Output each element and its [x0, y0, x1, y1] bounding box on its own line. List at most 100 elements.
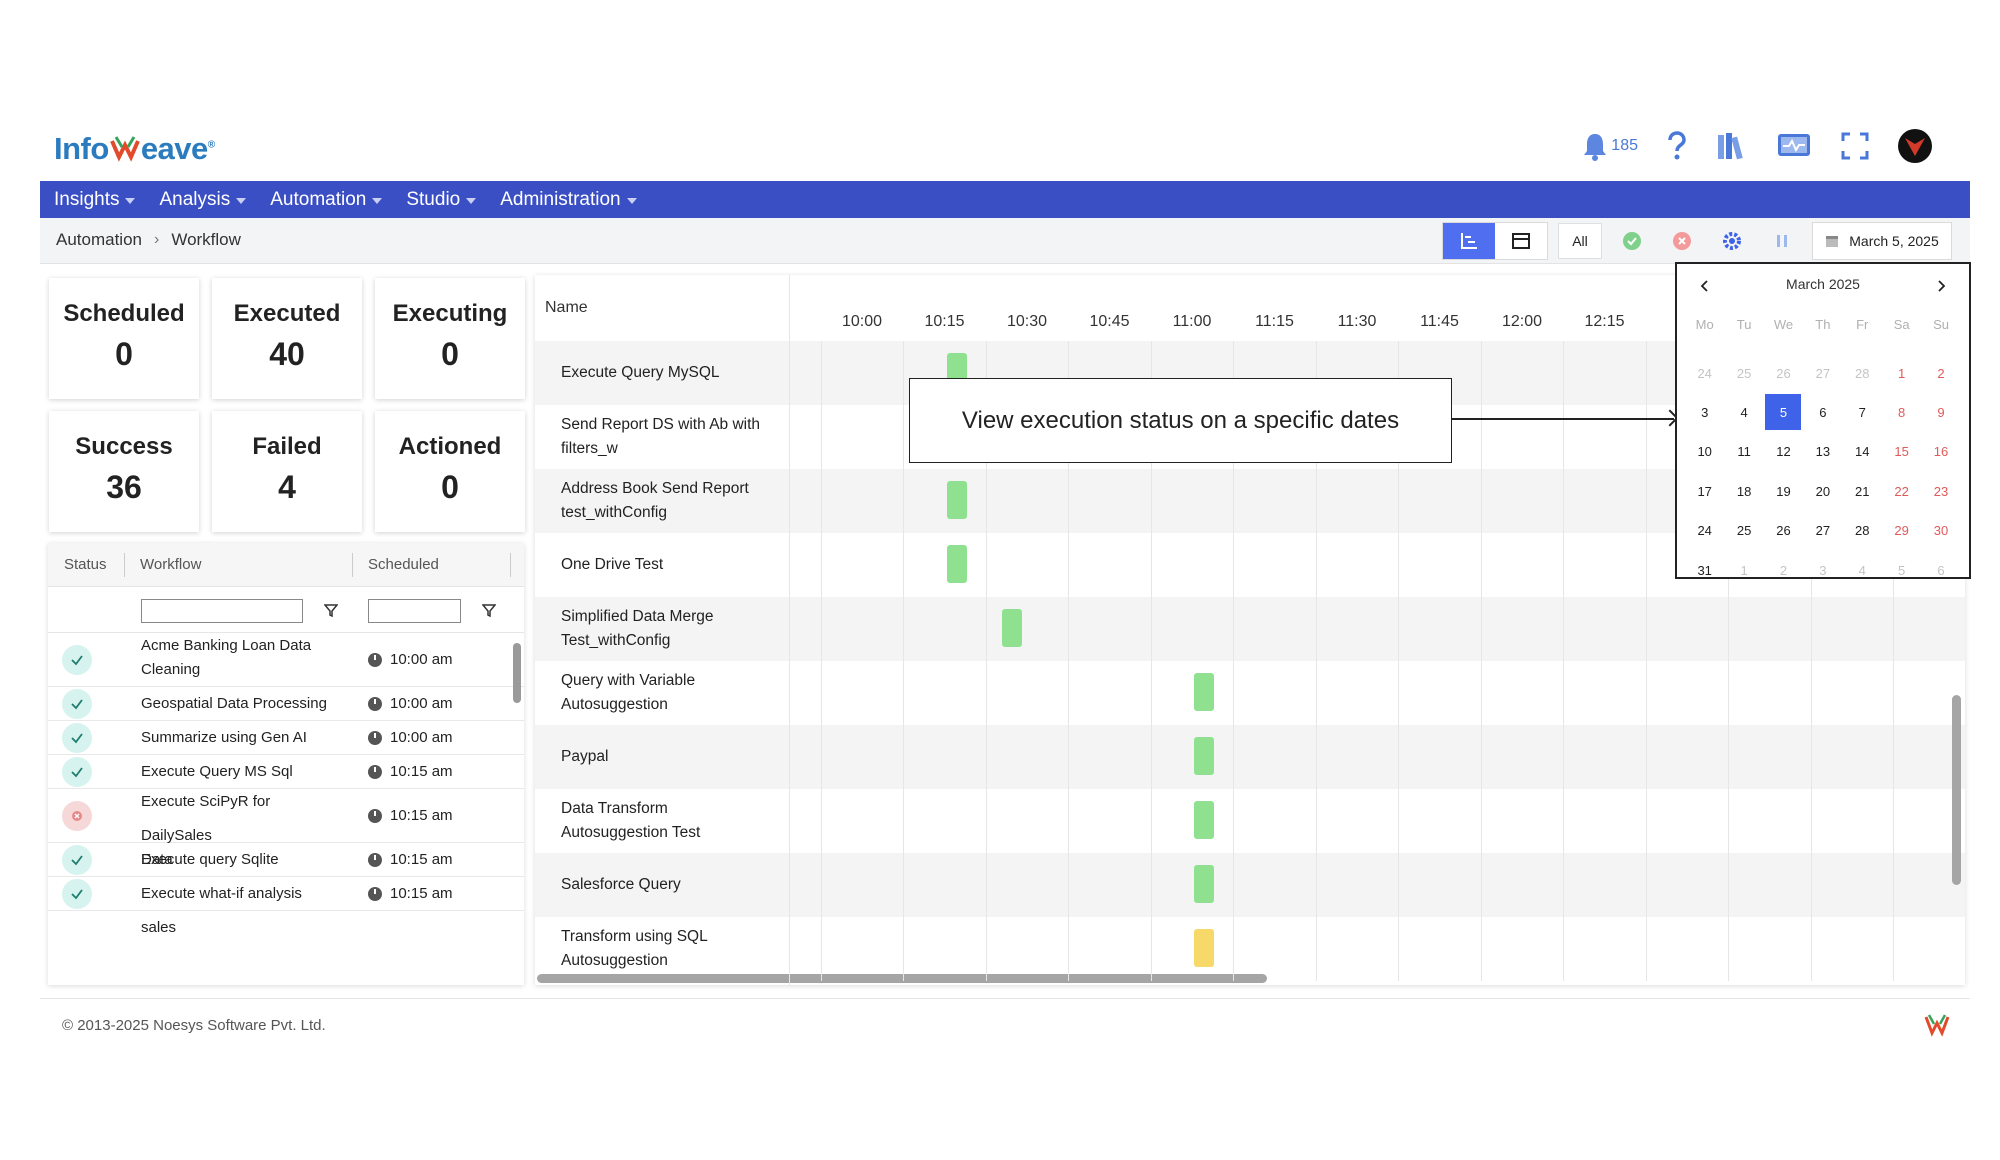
gantt-vertical-scrollbar[interactable] [1952, 695, 1961, 885]
stat-card-executing[interactable]: Executing 0 [375, 278, 525, 399]
gantt-row[interactable]: Query with Variable Autosuggestion [535, 661, 1965, 725]
calendar-day[interactable]: 14 [1843, 432, 1882, 471]
gantt-row[interactable]: Transform using SQL Autosuggestion [535, 917, 1965, 981]
table-row[interactable]: Execute query Sqlite 10:15 am [48, 843, 524, 877]
calendar-day[interactable]: 12 [1764, 432, 1803, 471]
user-avatar[interactable] [1898, 129, 1932, 163]
calendar-day[interactable]: 28 [1843, 511, 1882, 550]
nav-analysis[interactable]: Analysis [159, 189, 247, 211]
calendar-day[interactable]: 9 [1921, 393, 1960, 432]
scheduled-filter-input[interactable] [368, 599, 461, 623]
nav-insights[interactable]: Insights [54, 189, 136, 211]
infoveave-logo[interactable]: Info eave® [54, 129, 215, 167]
calendar-day[interactable]: 16 [1921, 432, 1960, 471]
calendar-day[interactable]: 10 [1685, 432, 1724, 471]
calendar-day[interactable]: 6 [1803, 393, 1842, 432]
nav-automation[interactable]: Automation [270, 189, 383, 211]
calendar-day[interactable]: 25 [1724, 353, 1763, 392]
calendar-day[interactable]: 2 [1921, 353, 1960, 392]
table-row[interactable]: Execute SciPyR for DailySales Data 10:15 a… [48, 789, 524, 868]
notifications-button[interactable]: 185 [1581, 131, 1638, 161]
calendar-day[interactable]: 7 [1843, 393, 1882, 432]
calendar-day[interactable]: 30 [1921, 511, 1960, 550]
library-button[interactable] [1716, 131, 1748, 161]
calendar-day[interactable]: 4 [1724, 393, 1763, 432]
calendar-day[interactable]: 26 [1764, 511, 1803, 550]
calendar-day[interactable]: 23 [1921, 472, 1960, 511]
calendar-day[interactable]: 24 [1685, 353, 1724, 392]
filter-failed-button[interactable] [1662, 223, 1702, 259]
execution-bar[interactable] [946, 545, 967, 583]
gantt-row[interactable]: Paypal [535, 725, 1965, 789]
calendar-day[interactable]: 24 [1685, 511, 1724, 550]
calendar-day[interactable]: 8 [1882, 393, 1921, 432]
execution-bar[interactable] [1194, 673, 1214, 711]
calendar-day[interactable]: 4 [1843, 550, 1882, 589]
calendar-day[interactable]: 19 [1764, 472, 1803, 511]
calendar-day[interactable]: 2 [1764, 550, 1803, 589]
calendar-day[interactable]: 29 [1882, 511, 1921, 550]
table-row[interactable]: Acme Banking Loan Data Cleaning 10:00 am [48, 633, 524, 687]
calendar-day[interactable]: 26 [1764, 353, 1803, 392]
nav-administration[interactable]: Administration [500, 189, 637, 211]
execution-bar[interactable] [1194, 865, 1214, 903]
gantt-row[interactable]: Salesforce Query [535, 853, 1965, 917]
table-row[interactable]: Execute Query MS Sql 10:15 am [48, 755, 524, 789]
table-row[interactable]: Execute what-if analysis sales 10:15 am [48, 877, 524, 936]
gantt-view-button[interactable] [1443, 223, 1495, 259]
filter-paused-button[interactable] [1762, 223, 1802, 259]
stat-card-scheduled[interactable]: Scheduled 0 [49, 278, 199, 399]
gantt-row[interactable]: Data Transform Autosuggestion Test [535, 789, 1965, 853]
monitor-button[interactable] [1776, 132, 1812, 160]
workflow-filter-icon[interactable] [324, 603, 338, 617]
calendar-day[interactable]: 1 [1724, 550, 1763, 589]
chevron-right-icon[interactable] [1933, 278, 1949, 294]
help-button[interactable] [1666, 131, 1688, 161]
execution-bar[interactable] [946, 481, 967, 519]
filter-all-button[interactable]: All [1558, 223, 1602, 259]
fullscreen-button[interactable] [1840, 131, 1870, 161]
calendar-day[interactable]: 15 [1882, 432, 1921, 471]
calendar-day[interactable]: 21 [1843, 472, 1882, 511]
workflow-table-scrollbar[interactable] [513, 643, 521, 703]
col-workflow[interactable]: Workflow [140, 556, 201, 573]
stat-card-actioned[interactable]: Actioned 0 [375, 411, 525, 532]
calendar-day[interactable]: 27 [1803, 353, 1842, 392]
calendar-day[interactable]: 27 [1803, 511, 1842, 550]
calendar-day-selected[interactable]: 5 [1764, 393, 1803, 432]
filter-success-button[interactable] [1612, 223, 1652, 259]
calendar-day[interactable]: 25 [1724, 511, 1763, 550]
calendar-day[interactable]: 31 [1685, 550, 1724, 589]
execution-bar[interactable] [1194, 801, 1214, 839]
calendar-day[interactable]: 18 [1724, 472, 1763, 511]
filter-running-button[interactable] [1712, 223, 1752, 259]
stat-card-failed[interactable]: Failed 4 [212, 411, 362, 532]
date-picker-button[interactable]: March 5, 2025 [1812, 222, 1952, 260]
table-row[interactable]: Summarize using Gen AI 10:00 am [48, 721, 524, 755]
nav-studio[interactable]: Studio [406, 189, 477, 211]
scheduled-filter-icon[interactable] [482, 603, 496, 617]
calendar-day[interactable]: 3 [1685, 393, 1724, 432]
workflow-filter-input[interactable] [141, 599, 303, 623]
calendar-day[interactable]: 20 [1803, 472, 1842, 511]
calendar-day[interactable]: 13 [1803, 432, 1842, 471]
table-row[interactable]: Geospatial Data Processing 10:00 am [48, 687, 524, 721]
calendar-day[interactable]: 11 [1724, 432, 1763, 471]
table-view-button[interactable] [1495, 223, 1547, 259]
execution-bar[interactable] [1194, 929, 1214, 967]
stat-card-success[interactable]: Success 36 [49, 411, 199, 532]
calendar-day[interactable]: 5 [1882, 550, 1921, 589]
execution-bar[interactable] [1194, 737, 1214, 775]
gantt-row[interactable]: Simplified Data Merge Test_withConfig [535, 597, 1965, 661]
col-scheduled[interactable]: Scheduled [368, 556, 439, 573]
calendar-day[interactable]: 22 [1882, 472, 1921, 511]
calendar-day[interactable]: 28 [1843, 353, 1882, 392]
calendar-day[interactable]: 6 [1921, 550, 1960, 589]
execution-bar[interactable] [1001, 609, 1022, 647]
col-status[interactable]: Status [64, 556, 107, 573]
gantt-horizontal-scrollbar[interactable] [537, 974, 1267, 983]
calendar-day[interactable]: 3 [1803, 550, 1842, 589]
stat-card-executed[interactable]: Executed 40 [212, 278, 362, 399]
calendar-day[interactable]: 17 [1685, 472, 1724, 511]
breadcrumb-automation[interactable]: Automation [56, 230, 142, 250]
